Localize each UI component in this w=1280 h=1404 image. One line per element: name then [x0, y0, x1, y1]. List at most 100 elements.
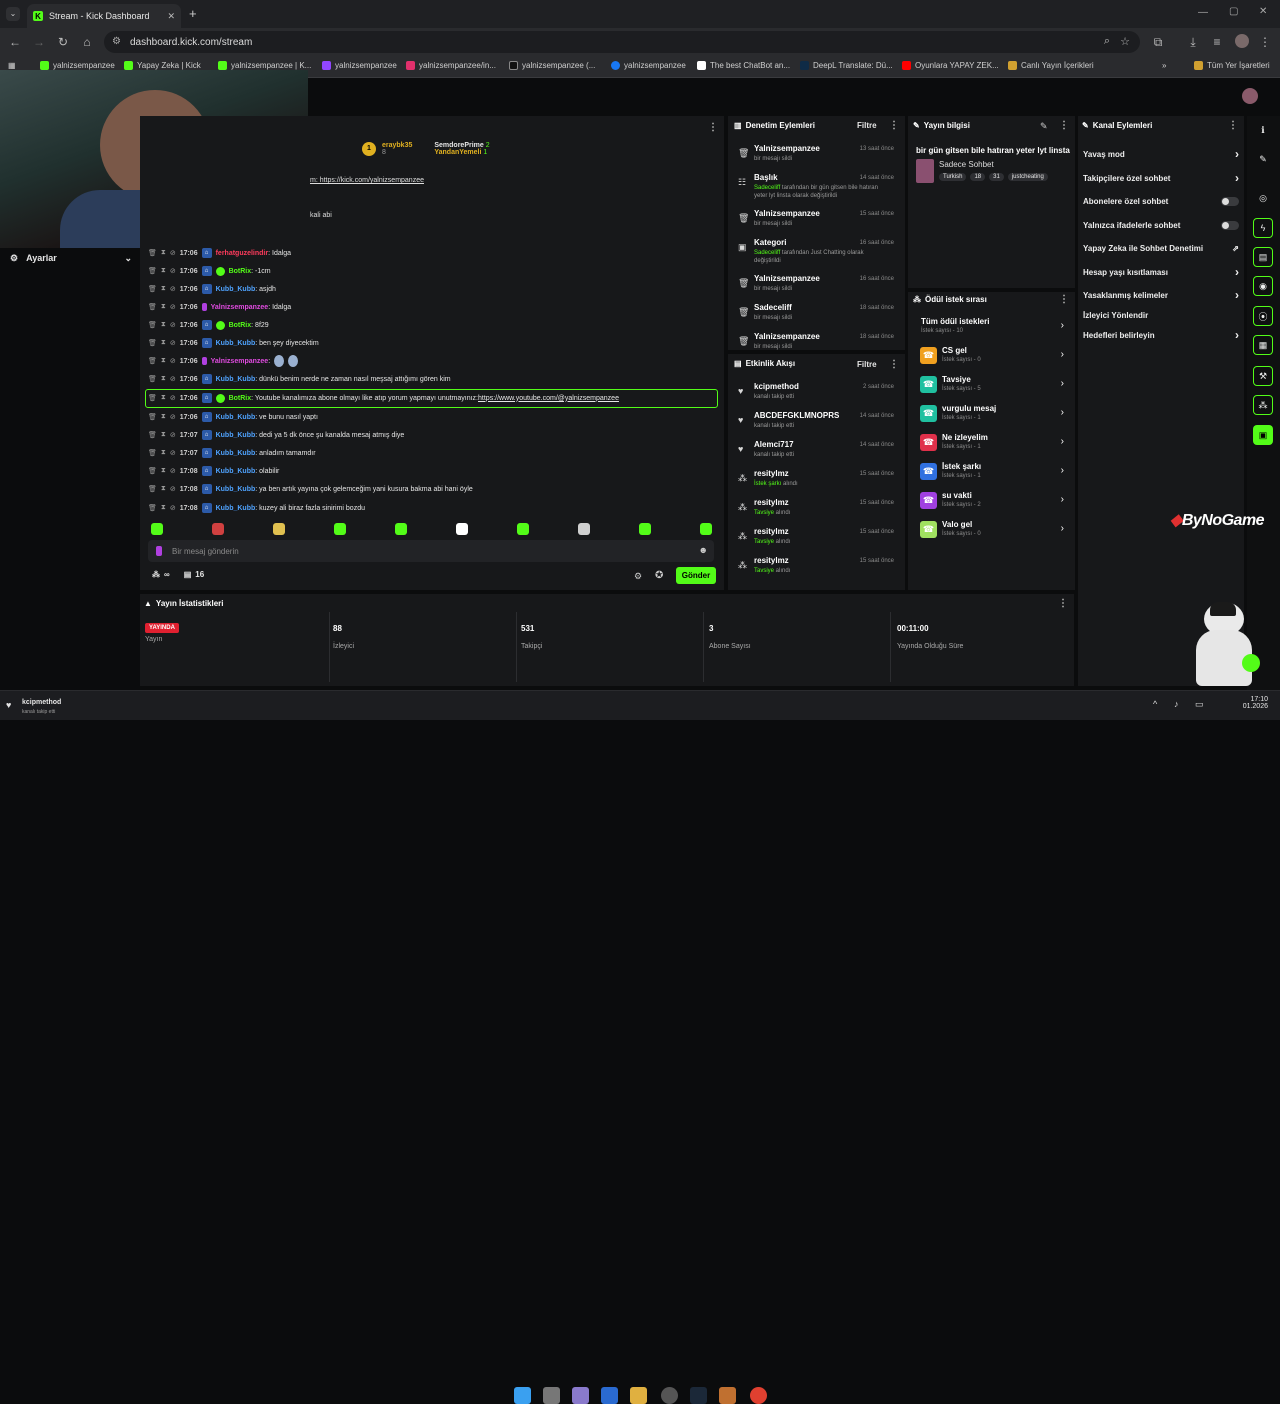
- channel-action-item[interactable]: Takipçilere özel sohbet ›: [1083, 171, 1239, 185]
- emote-icon[interactable]: [517, 523, 529, 535]
- moderation-item[interactable]: 🗑 Yalnizsempanzee bir mesajı sildi 16 saat …: [734, 272, 900, 300]
- reward-icon[interactable]: ⁂: [152, 570, 160, 579]
- apps-icon[interactable]: ▦: [8, 61, 16, 70]
- chat-message[interactable]: 🗑 ⧗ ⊘ 17:06 ⌂ Kubb_Kubb: dünkü benim nerde ne…: [148, 372, 451, 386]
- message-username[interactable]: BotRix: [229, 268, 252, 275]
- document-rail-icon[interactable]: ▤: [1253, 247, 1273, 267]
- photos-icon[interactable]: [601, 1387, 618, 1404]
- list-rail-icon[interactable]: ▦: [1253, 335, 1273, 355]
- message-username[interactable]: Kubb_Kubb: [216, 414, 256, 421]
- extensions-icon[interactable]: ⧉: [1151, 35, 1165, 49]
- timeout-icon[interactable]: ⧗: [161, 267, 166, 275]
- reward-item[interactable]: ☎ Ne izleyelim İstek sayısı - 1 ›: [918, 432, 1068, 456]
- delete-message-icon[interactable]: 🗑: [148, 485, 157, 493]
- ban-icon[interactable]: ⊘: [170, 267, 176, 275]
- timeout-icon[interactable]: ⧗: [161, 504, 166, 512]
- delete-message-icon[interactable]: 🗑: [148, 303, 157, 311]
- moderation-menu-icon[interactable]: ⋮: [889, 120, 899, 131]
- delete-message-icon[interactable]: 🗑: [148, 249, 157, 257]
- back-icon[interactable]: ←: [8, 35, 22, 49]
- channel-actions-menu-icon[interactable]: ⋮: [1228, 120, 1238, 131]
- chat-message[interactable]: 🗑 ⧗ ⊘ 17:07 ⌂ Kubb_Kubb: dedi ya 5 dk önce şu…: [148, 428, 404, 442]
- ban-icon[interactable]: ⊘: [170, 467, 176, 475]
- timeout-icon[interactable]: ⧗: [161, 449, 166, 457]
- reward-item[interactable]: ☎ Valo gel İstek sayısı - 0 ›: [918, 519, 1068, 543]
- channel-action-item[interactable]: Yapay Zeka ile Sohbet Denetimi ⇗: [1083, 241, 1239, 255]
- channel-action-item[interactable]: Hedefleri belirleyin ›: [1083, 328, 1239, 342]
- reload-icon[interactable]: ↻: [56, 35, 70, 49]
- ban-icon[interactable]: ⊘: [170, 449, 176, 457]
- user-avatar[interactable]: [1242, 88, 1258, 104]
- emote-icon[interactable]: [639, 523, 651, 535]
- moderation-item[interactable]: ▣ Kategori Sadeceliff tarafından Just Chat…: [734, 236, 900, 270]
- emote-icon[interactable]: [395, 523, 407, 535]
- activity-filter-button[interactable]: Filtre: [857, 360, 877, 369]
- chat-message[interactable]: 🗑 ⧗ ⊘ 17:06 ⌂ Kubb_Kubb: asjdh: [148, 282, 276, 296]
- ban-icon[interactable]: ⊘: [170, 303, 176, 311]
- message-username[interactable]: Yalnizsempanzee: [211, 304, 269, 311]
- timeout-icon[interactable]: ⧗: [161, 413, 166, 421]
- tray-chevron-icon[interactable]: ^: [1153, 699, 1157, 709]
- chat-message[interactable]: 🗑 ⧗ ⊘ 17:06 Yalnizsempanzee: Idalga: [148, 300, 291, 314]
- new-tab-button[interactable]: +: [189, 6, 197, 21]
- message-username[interactable]: Yalnizsempanzee: [211, 358, 269, 365]
- chat-mod-icon[interactable]: ✪: [655, 570, 663, 581]
- message-username[interactable]: ferhatguzelindir: [216, 250, 269, 257]
- camera-icon[interactable]: ◎: [1253, 188, 1273, 208]
- moderation-filter-button[interactable]: Filtre: [857, 121, 877, 130]
- emote-icon[interactable]: [700, 523, 712, 535]
- emote-icon[interactable]: [578, 523, 590, 535]
- timeout-icon[interactable]: ⧗: [161, 485, 166, 493]
- delete-message-icon[interactable]: 🗑: [148, 285, 157, 293]
- chat-message[interactable]: 🗑 ⧗ ⊘ 17:08 ⌂ Kubb_Kubb: olabilir: [148, 464, 279, 478]
- all-bookmarks[interactable]: Tüm Yer İşaretleri: [1194, 61, 1270, 70]
- file-explorer-icon[interactable]: [630, 1387, 647, 1404]
- all-rewards-item[interactable]: Tüm ödül istekleri İstek sayısı - 10 ›: [918, 316, 1068, 340]
- tab-list-button[interactable]: ⌄: [6, 7, 20, 21]
- rewards-menu-icon[interactable]: ⋮: [1059, 294, 1069, 305]
- message-username[interactable]: Kubb_Kubb: [216, 432, 256, 439]
- timeout-icon[interactable]: ⧗: [161, 339, 166, 347]
- activity-item[interactable]: ⁂ resitylmz Tavsiye alındı 15 saat önce: [734, 525, 900, 553]
- timeout-icon[interactable]: ⧗: [161, 467, 166, 475]
- emoji-picker-icon[interactable]: ☻: [699, 545, 708, 555]
- info-icon[interactable]: ℹ: [1253, 120, 1273, 140]
- site-info-icon[interactable]: ⚙: [112, 36, 121, 47]
- delete-message-icon[interactable]: 🗑: [148, 467, 157, 475]
- taskbar-app-icon[interactable]: [572, 1387, 589, 1404]
- moderation-item[interactable]: 🗑 Sadeceliff bir mesajı sildi 18 saat önce: [734, 301, 900, 329]
- windows-start-icon[interactable]: [514, 1387, 531, 1404]
- steam-icon[interactable]: [690, 1387, 707, 1404]
- wrench-icon[interactable]: ⚒: [1253, 366, 1273, 386]
- bookmark-star-icon[interactable]: ☆: [1120, 35, 1130, 48]
- minimize-icon[interactable]: —: [1198, 7, 1208, 18]
- activity-item[interactable]: ⁂ resitylmz İstek şarkı alındı 15 saat önce: [734, 467, 900, 495]
- ban-icon[interactable]: ⊘: [170, 431, 176, 439]
- bolt-icon[interactable]: ϟ: [1253, 218, 1273, 238]
- channel-action-item[interactable]: Hesap yaşı kısıtlaması ›: [1083, 265, 1239, 279]
- activity-item[interactable]: ♥ Alemci717 kanalı takip etti 14 saat önce: [734, 438, 900, 466]
- reward-rail-icon[interactable]: ⁂: [1253, 395, 1273, 415]
- reward-item[interactable]: ☎ su vakti İstek sayısı - 2 ›: [918, 490, 1068, 514]
- activity-item[interactable]: ♥ ABCDEFGKLMNOPRS kanalı takip etti 14 saat…: [734, 409, 900, 437]
- more-bookmarks-icon[interactable]: »: [1162, 61, 1166, 70]
- reward-item[interactable]: ☎ Tavsiye İstek sayısı - 5 ›: [918, 374, 1068, 398]
- emote-icon[interactable]: [273, 523, 285, 535]
- maximize-icon[interactable]: ▢: [1229, 6, 1238, 17]
- ban-icon[interactable]: ⊘: [170, 249, 176, 257]
- delete-message-icon[interactable]: 🗑: [148, 267, 157, 275]
- channel-action-item[interactable]: Yalnızca ifadelerle sohbet: [1083, 218, 1239, 232]
- channel-action-item[interactable]: İzleyici Yönlendir: [1083, 308, 1239, 322]
- channel-action-item[interactable]: Yavaş mod ›: [1083, 147, 1239, 161]
- delete-message-icon[interactable]: 🗑: [148, 449, 157, 457]
- message-username[interactable]: Kubb_Kubb: [216, 286, 256, 293]
- ban-icon[interactable]: ⊘: [170, 485, 176, 493]
- moderation-item[interactable]: ☷ Başlık Sadeceliff tarafından bir gün git…: [734, 171, 900, 205]
- timeout-icon[interactable]: ⧗: [161, 375, 166, 383]
- reward-item[interactable]: ☎ vurgulu mesaj İstek sayısı - 1 ›: [918, 403, 1068, 427]
- reward-item[interactable]: ☎ İstek şarkı İstek sayısı - 1 ›: [918, 461, 1068, 485]
- timeout-icon[interactable]: ⧗: [161, 285, 166, 293]
- moderation-item[interactable]: 🗑 Yalnizsempanzee bir mesajı sildi 13 saat …: [734, 142, 900, 170]
- ban-icon[interactable]: ⊘: [170, 339, 176, 347]
- edit-rail-icon[interactable]: ✎: [1253, 149, 1273, 169]
